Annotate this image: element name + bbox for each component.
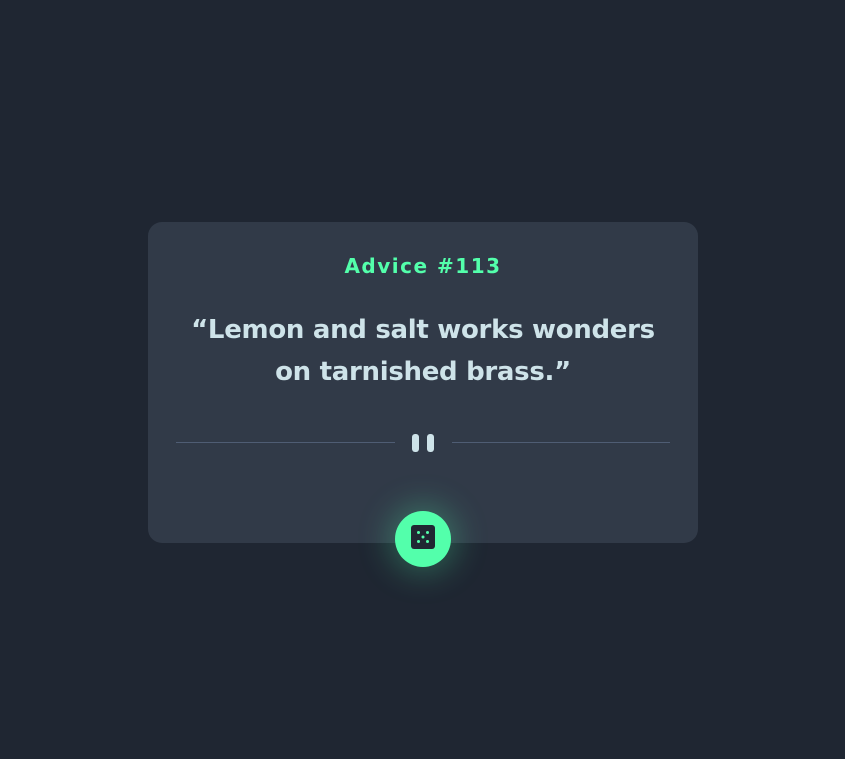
divider-line-left: [176, 442, 395, 443]
divider: [176, 430, 670, 456]
pause-icon: [412, 434, 434, 452]
advice-card: Advice #113 “Lemon and salt works wonder…: [148, 222, 698, 543]
dice-icon: [411, 525, 435, 549]
new-advice-button[interactable]: [395, 511, 451, 567]
advice-number: Advice #113: [344, 254, 502, 278]
advice-quote: “Lemon and salt works wonders on tarnish…: [191, 315, 655, 387]
divider-line-right: [452, 442, 670, 443]
